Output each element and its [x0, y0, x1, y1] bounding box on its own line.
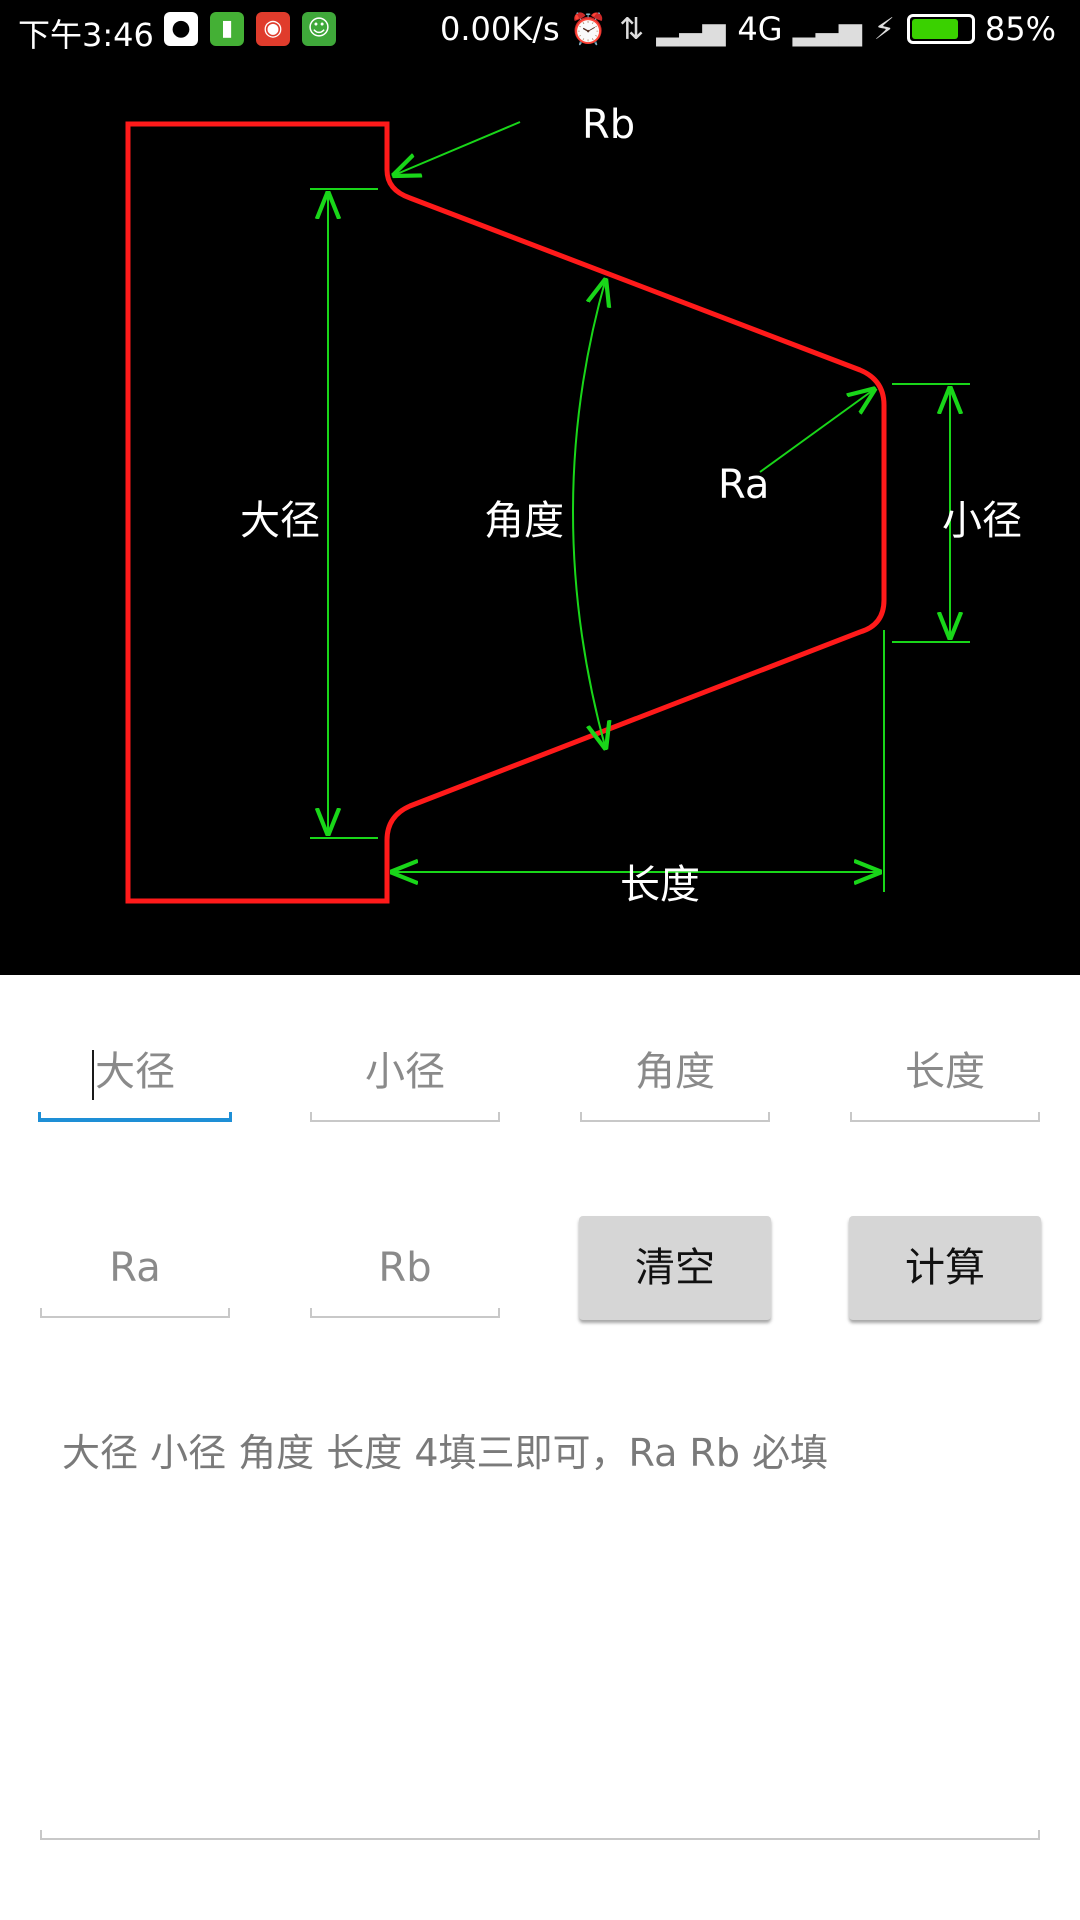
rb-leader [392, 121, 521, 176]
angle-label: 角度 [484, 498, 564, 544]
big-diameter-underline [38, 1112, 232, 1122]
length-underline [850, 1112, 1040, 1122]
calculate-button[interactable]: 计算 [849, 1216, 1041, 1320]
network-type: 4G [737, 10, 783, 48]
clear-button[interactable]: 清空 [579, 1216, 771, 1320]
length-placeholder: 长度 [905, 1049, 985, 1095]
rb-placeholder: Rb [378, 1245, 432, 1291]
data-icon: ⇅ [619, 11, 645, 47]
rb-underline [310, 1308, 500, 1318]
charging-icon: ⚡ [873, 11, 895, 47]
battery-percent: 85% [984, 10, 1056, 48]
big-diameter-placeholder: 大径 [95, 1049, 175, 1095]
small-diameter-label: 小径 [942, 498, 1022, 544]
qq-icon: ● [164, 12, 198, 46]
small-diameter-placeholder: 小径 [365, 1049, 445, 1095]
net-speed: 0.00K/s [440, 10, 560, 48]
signal2-icon: ▂▃▅ [792, 11, 862, 47]
battery-app-icon: ▮ [210, 12, 244, 46]
small-diameter-input[interactable]: 小径 [310, 1022, 500, 1122]
length-input[interactable]: 长度 [850, 1022, 1040, 1122]
ra-underline [40, 1308, 230, 1318]
ra-label: Ra [718, 462, 770, 508]
rb-input[interactable]: Rb [310, 1218, 500, 1318]
text-caret [92, 1050, 94, 1100]
length-label: 长度 [620, 862, 700, 908]
ra-placeholder: Ra [109, 1245, 161, 1291]
battery-fill [911, 19, 958, 39]
result-text-area[interactable] [40, 1830, 1040, 1840]
notification-icons: ● ▮ ◉ ☺ [164, 12, 348, 46]
angle-underline [580, 1112, 770, 1122]
big-diameter-label: 大径 [240, 498, 320, 544]
taper-diagram: Rb Ra 大径 角度 小径 长度 [0, 60, 1080, 975]
angle-placeholder: 角度 [635, 1049, 715, 1095]
rb-label: Rb [582, 102, 636, 148]
signal-icon: ▂▃▅ [656, 11, 726, 47]
status-time: 下午3:46 [18, 16, 154, 54]
robot-app-icon: ☺ [302, 12, 336, 46]
small-diameter-underline [310, 1112, 500, 1122]
big-diameter-input[interactable]: 大径 [38, 1022, 232, 1122]
alarm-icon: ⏰ [569, 11, 608, 47]
angle-input[interactable]: 角度 [580, 1022, 770, 1122]
bull-app-icon: ◉ [256, 12, 290, 46]
app-screen: 下午3:46 ● ▮ ◉ ☺ 0.00K/s ⏰ ⇅ ▂▃▅ 4G ▂▃▅ ⚡ … [0, 0, 1080, 1920]
angle-arc [572, 278, 606, 750]
ra-leader [759, 388, 876, 473]
battery-icon [906, 14, 975, 44]
status-bar: 下午3:46 ● ▮ ◉ ☺ 0.00K/s ⏰ ⇅ ▂▃▅ 4G ▂▃▅ ⚡ … [0, 0, 1080, 60]
hint-text: 大径 小径 角度 长度 4填三即可，Ra Rb 必填 [62, 1431, 829, 1475]
ra-input[interactable]: Ra [40, 1218, 230, 1318]
status-right: 0.00K/s ⏰ ⇅ ▂▃▅ 4G ▂▃▅ ⚡ 85% [440, 10, 1066, 48]
